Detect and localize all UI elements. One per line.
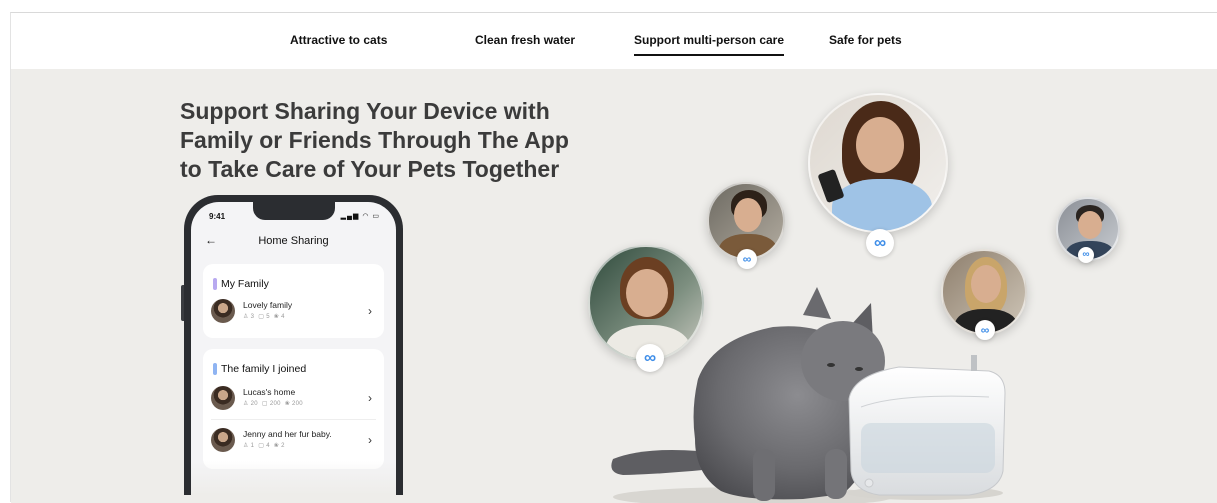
water-fountain-image: [847, 355, 1006, 500]
banner-headline: Support Sharing Your Device with Family …: [180, 97, 600, 184]
avatar: [211, 428, 235, 452]
members-count: 20: [250, 401, 258, 407]
list-item[interactable]: Lucas's home ♙ 20 ▢ 200 ❀ 200 ›: [211, 385, 376, 415]
phone-screen: 9:41 ▂▄▆ ◠ ▭ ← Home Sharing My Family Lo…: [191, 202, 396, 495]
devices-count: 4: [266, 443, 270, 449]
device-icon: ▢: [258, 314, 265, 320]
device-icon: ▢: [258, 443, 265, 449]
device-icon: ▢: [261, 401, 268, 407]
members-count: 1: [250, 443, 255, 449]
pets-count: 200: [291, 401, 303, 407]
list-item-stats: ♙ 1 ▢ 4 ❀ 2: [243, 442, 285, 449]
tab-multi-person-care[interactable]: Support multi-person care: [634, 33, 785, 56]
chevron-right-icon: ›: [368, 433, 372, 447]
signal-icon: ▂▄▆: [340, 213, 360, 220]
page-frame: Attractive to cats Clean fresh water Sup…: [10, 12, 1217, 503]
phone-notch: [253, 202, 335, 220]
phone-mockup: 9:41 ▂▄▆ ◠ ▭ ← Home Sharing My Family Lo…: [181, 195, 403, 495]
status-icons: ▂▄▆ ◠ ▭: [341, 212, 380, 220]
person-photo-woman-phone: [808, 93, 948, 233]
tab-safe-for-pets[interactable]: Safe for pets: [829, 33, 902, 47]
list-item[interactable]: Lovely family ♙ 3 ▢ 5 ❀ 4 ›: [211, 298, 376, 328]
pet-icon: ❀: [284, 401, 291, 407]
headline-line: Support Sharing Your Device with: [180, 98, 550, 124]
list-item[interactable]: Jenny and her fur baby. ♙ 1 ▢ 4 ❀ 2 ›: [211, 427, 376, 457]
list-item-stats: ♙ 20 ▢ 200 ❀ 200: [243, 400, 303, 407]
infinity-icon: ∞: [866, 229, 894, 257]
members-icon: ♙: [243, 314, 249, 320]
devices-count: 5: [266, 314, 270, 320]
members-icon: ♙: [243, 401, 249, 407]
list-item-name: Lovely family: [243, 300, 293, 310]
group-card-joined: The family I joined Lucas's home ♙ 20 ▢ …: [203, 349, 384, 469]
status-time: 9:41: [209, 212, 226, 221]
members-icon: ♙: [243, 443, 249, 449]
infinity-icon: ∞: [737, 249, 757, 269]
battery-icon: ▭: [372, 213, 380, 220]
tab-attractive-to-cats[interactable]: Attractive to cats: [290, 33, 387, 47]
chevron-right-icon: ›: [368, 304, 372, 318]
wifi-icon: ◠: [362, 213, 370, 220]
nav-title: Home Sharing: [258, 235, 329, 247]
group-card-my-family: My Family Lovely family ♙ 3 ▢ 5 ❀ 4 ›: [203, 264, 384, 338]
avatar: [211, 386, 235, 410]
feature-tabs: Attractive to cats Clean fresh water Sup…: [11, 13, 1217, 69]
headline-line: Family or Friends Through The App: [180, 127, 569, 153]
headline-line: to Take Care of Your Pets Together: [180, 156, 560, 182]
pets-count: 4: [281, 314, 285, 320]
devices-count: 200: [269, 401, 281, 407]
chevron-right-icon: ›: [368, 391, 372, 405]
divider: [211, 419, 376, 420]
pet-icon: ❀: [273, 314, 280, 320]
tab-clean-fresh-water[interactable]: Clean fresh water: [475, 33, 575, 47]
avatar: [211, 299, 235, 323]
feature-banner: Support Sharing Your Device with Family …: [11, 69, 1217, 503]
members-count: 3: [250, 314, 255, 320]
list-item-stats: ♙ 3 ▢ 5 ❀ 4: [243, 313, 285, 320]
list-item-name: Lucas's home: [243, 387, 296, 397]
pet-icon: ❀: [273, 443, 280, 449]
infinity-icon: ∞: [1078, 247, 1094, 263]
list-item-name: Jenny and her fur baby.: [243, 429, 332, 439]
group-title: The family I joined: [213, 363, 306, 375]
pets-count: 2: [281, 443, 285, 449]
infinity-icon: ∞: [975, 320, 995, 340]
group-title: My Family: [213, 278, 269, 290]
